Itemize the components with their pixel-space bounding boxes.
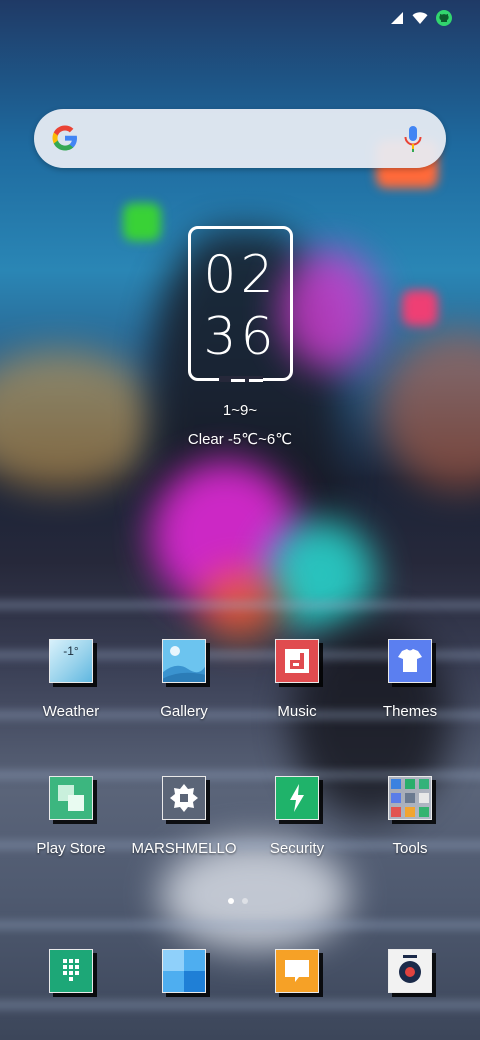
page-dot: [242, 898, 248, 904]
app-label: Music: [277, 703, 317, 720]
camera-icon: [388, 949, 432, 993]
google-logo-icon: [50, 123, 80, 153]
themes-icon: [388, 639, 432, 683]
files-icon: [162, 949, 206, 993]
status-bar: [390, 10, 452, 31]
weather-text: Clear -5℃~6℃: [187, 431, 293, 448]
app-gallery[interactable]: Gallery: [124, 639, 244, 720]
clock-hours: 02: [203, 245, 278, 305]
app-label: Gallery: [160, 703, 208, 720]
page-dot-active: [228, 898, 234, 904]
weather-icon: -1°: [49, 639, 93, 683]
app-security[interactable]: Security: [237, 776, 357, 857]
gallery-icon: [162, 639, 206, 683]
clock-dash: [231, 379, 245, 382]
app-themes[interactable]: Themes: [350, 639, 470, 720]
dock-camera[interactable]: [350, 949, 470, 993]
microphone-icon[interactable]: [402, 124, 424, 154]
phone-dialer-icon: [49, 949, 93, 993]
app-marshmello[interactable]: MARSHMELLO: [124, 776, 244, 857]
dock-phone[interactable]: [11, 949, 131, 993]
app-tools-folder[interactable]: Tools: [350, 776, 470, 857]
date-text: 1~9~: [222, 402, 258, 419]
app-weather[interactable]: -1° Weather: [11, 639, 131, 720]
app-label: Themes: [382, 703, 438, 720]
app-music[interactable]: Music: [237, 639, 357, 720]
app-play-store[interactable]: Play Store: [11, 776, 131, 857]
play-store-icon: [49, 776, 93, 820]
dock-files[interactable]: [124, 949, 244, 993]
security-icon: [275, 776, 319, 820]
weather-widget-temp: -1°: [63, 644, 79, 658]
search-bar[interactable]: [34, 109, 446, 168]
page-indicator: [228, 898, 248, 904]
dock-messages[interactable]: [237, 949, 357, 993]
messages-icon: [275, 949, 319, 993]
app-label: Play Store: [36, 840, 106, 857]
marshmello-icon: [162, 776, 206, 820]
cell-signal-icon: [390, 11, 404, 30]
clock-minutes: 36: [203, 307, 278, 367]
app-label: Tools: [392, 840, 428, 857]
clock-widget[interactable]: 02 36: [188, 226, 293, 382]
app-label: Security: [269, 840, 325, 857]
app-label: MARSHMELLO: [131, 840, 237, 857]
music-icon: [275, 639, 319, 683]
tools-icon: [388, 776, 432, 820]
clock-dash: [249, 379, 263, 382]
github-icon: [436, 10, 452, 31]
app-label: Weather: [42, 703, 100, 720]
wifi-icon: [412, 11, 428, 30]
